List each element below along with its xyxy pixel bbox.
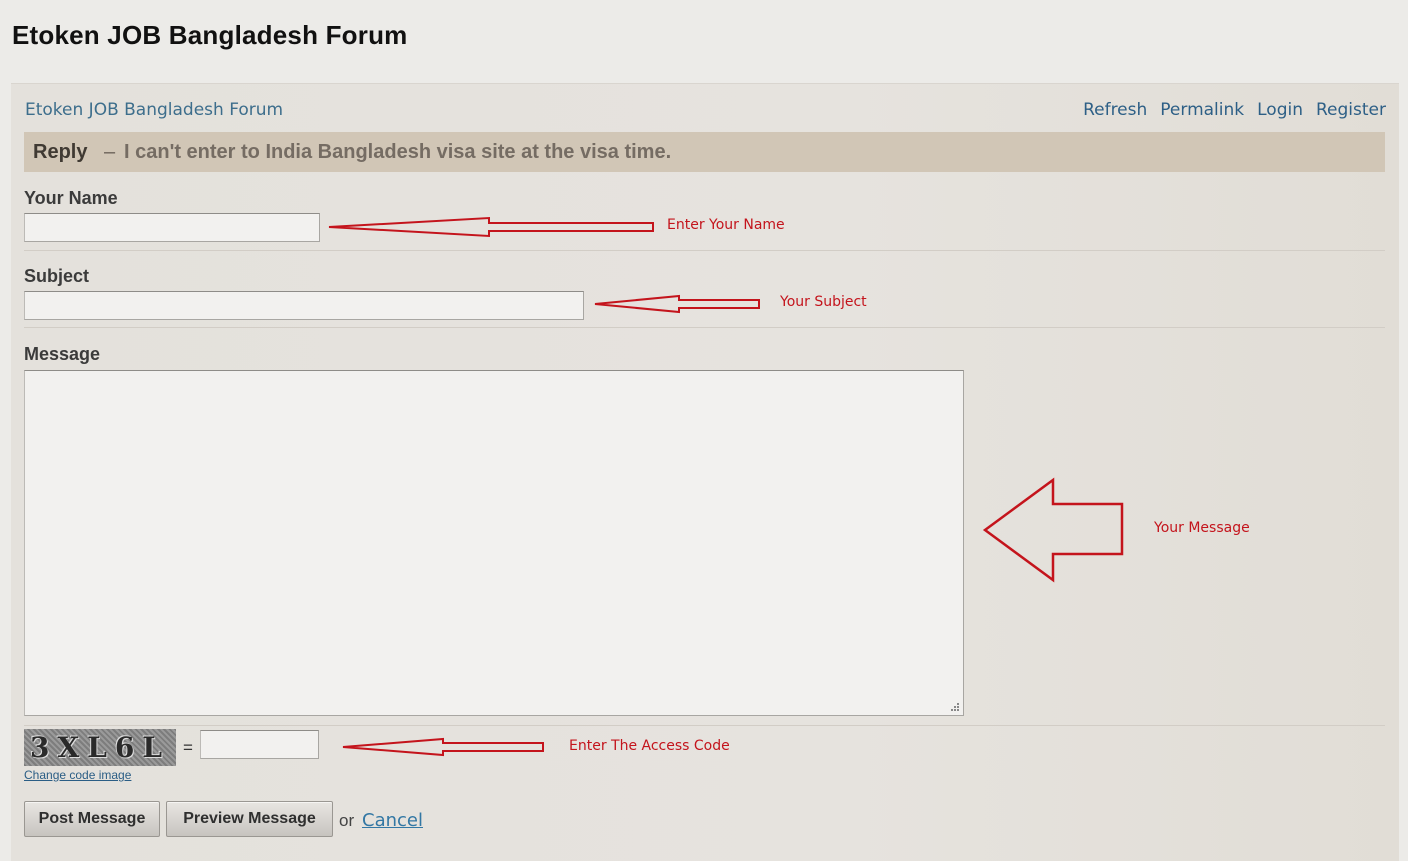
- subject-input[interactable]: [24, 291, 584, 320]
- cancel-link[interactable]: Cancel: [362, 810, 423, 831]
- post-message-button[interactable]: Post Message: [24, 801, 160, 837]
- top-links: Refresh Permalink Login Register: [1083, 100, 1386, 120]
- reply-label: Reply: [33, 141, 88, 163]
- message-label: Message: [24, 344, 101, 364]
- name-arrow-icon: [328, 216, 654, 238]
- breadcrumb-link[interactable]: Etoken JOB Bangladesh Forum: [25, 100, 283, 120]
- name-input[interactable]: [24, 213, 320, 242]
- divider: [24, 725, 1385, 726]
- captcha-image: 3XL6L: [24, 729, 176, 766]
- reply-panel: Etoken JOB Bangladesh Forum Refresh Perm…: [11, 83, 1399, 861]
- message-annotation: Your Message: [1154, 520, 1250, 536]
- permalink-link[interactable]: Permalink: [1160, 100, 1244, 120]
- reply-header: Reply – I can't enter to India Banglades…: [24, 132, 1385, 172]
- divider: [24, 327, 1385, 328]
- access-code-annotation: Enter The Access Code: [569, 738, 730, 754]
- or-text: or: [339, 811, 355, 830]
- page-title: Etoken JOB Bangladesh Forum: [12, 20, 408, 50]
- resize-handle-icon[interactable]: [950, 702, 960, 712]
- preview-message-button[interactable]: Preview Message: [166, 801, 333, 837]
- change-code-link[interactable]: Change code image: [24, 768, 131, 782]
- access-code-arrow-icon: [342, 737, 544, 757]
- subject-annotation: Your Subject: [780, 294, 867, 310]
- name-label: Your Name: [24, 188, 118, 208]
- message-textarea[interactable]: [24, 370, 964, 716]
- divider: [24, 250, 1385, 251]
- subject-arrow-icon: [594, 294, 760, 314]
- reply-subject: I can't enter to India Bangladesh visa s…: [124, 141, 672, 163]
- captcha-text: 3XL6L: [30, 731, 171, 764]
- subject-label: Subject: [24, 266, 90, 286]
- register-link[interactable]: Register: [1316, 100, 1386, 120]
- captcha-equals: =: [183, 738, 193, 757]
- message-arrow-icon: [982, 477, 1124, 583]
- refresh-link[interactable]: Refresh: [1083, 100, 1147, 120]
- login-link[interactable]: Login: [1257, 100, 1303, 120]
- reply-separator: –: [104, 141, 116, 163]
- access-code-input[interactable]: [200, 730, 319, 759]
- name-annotation: Enter Your Name: [667, 217, 785, 233]
